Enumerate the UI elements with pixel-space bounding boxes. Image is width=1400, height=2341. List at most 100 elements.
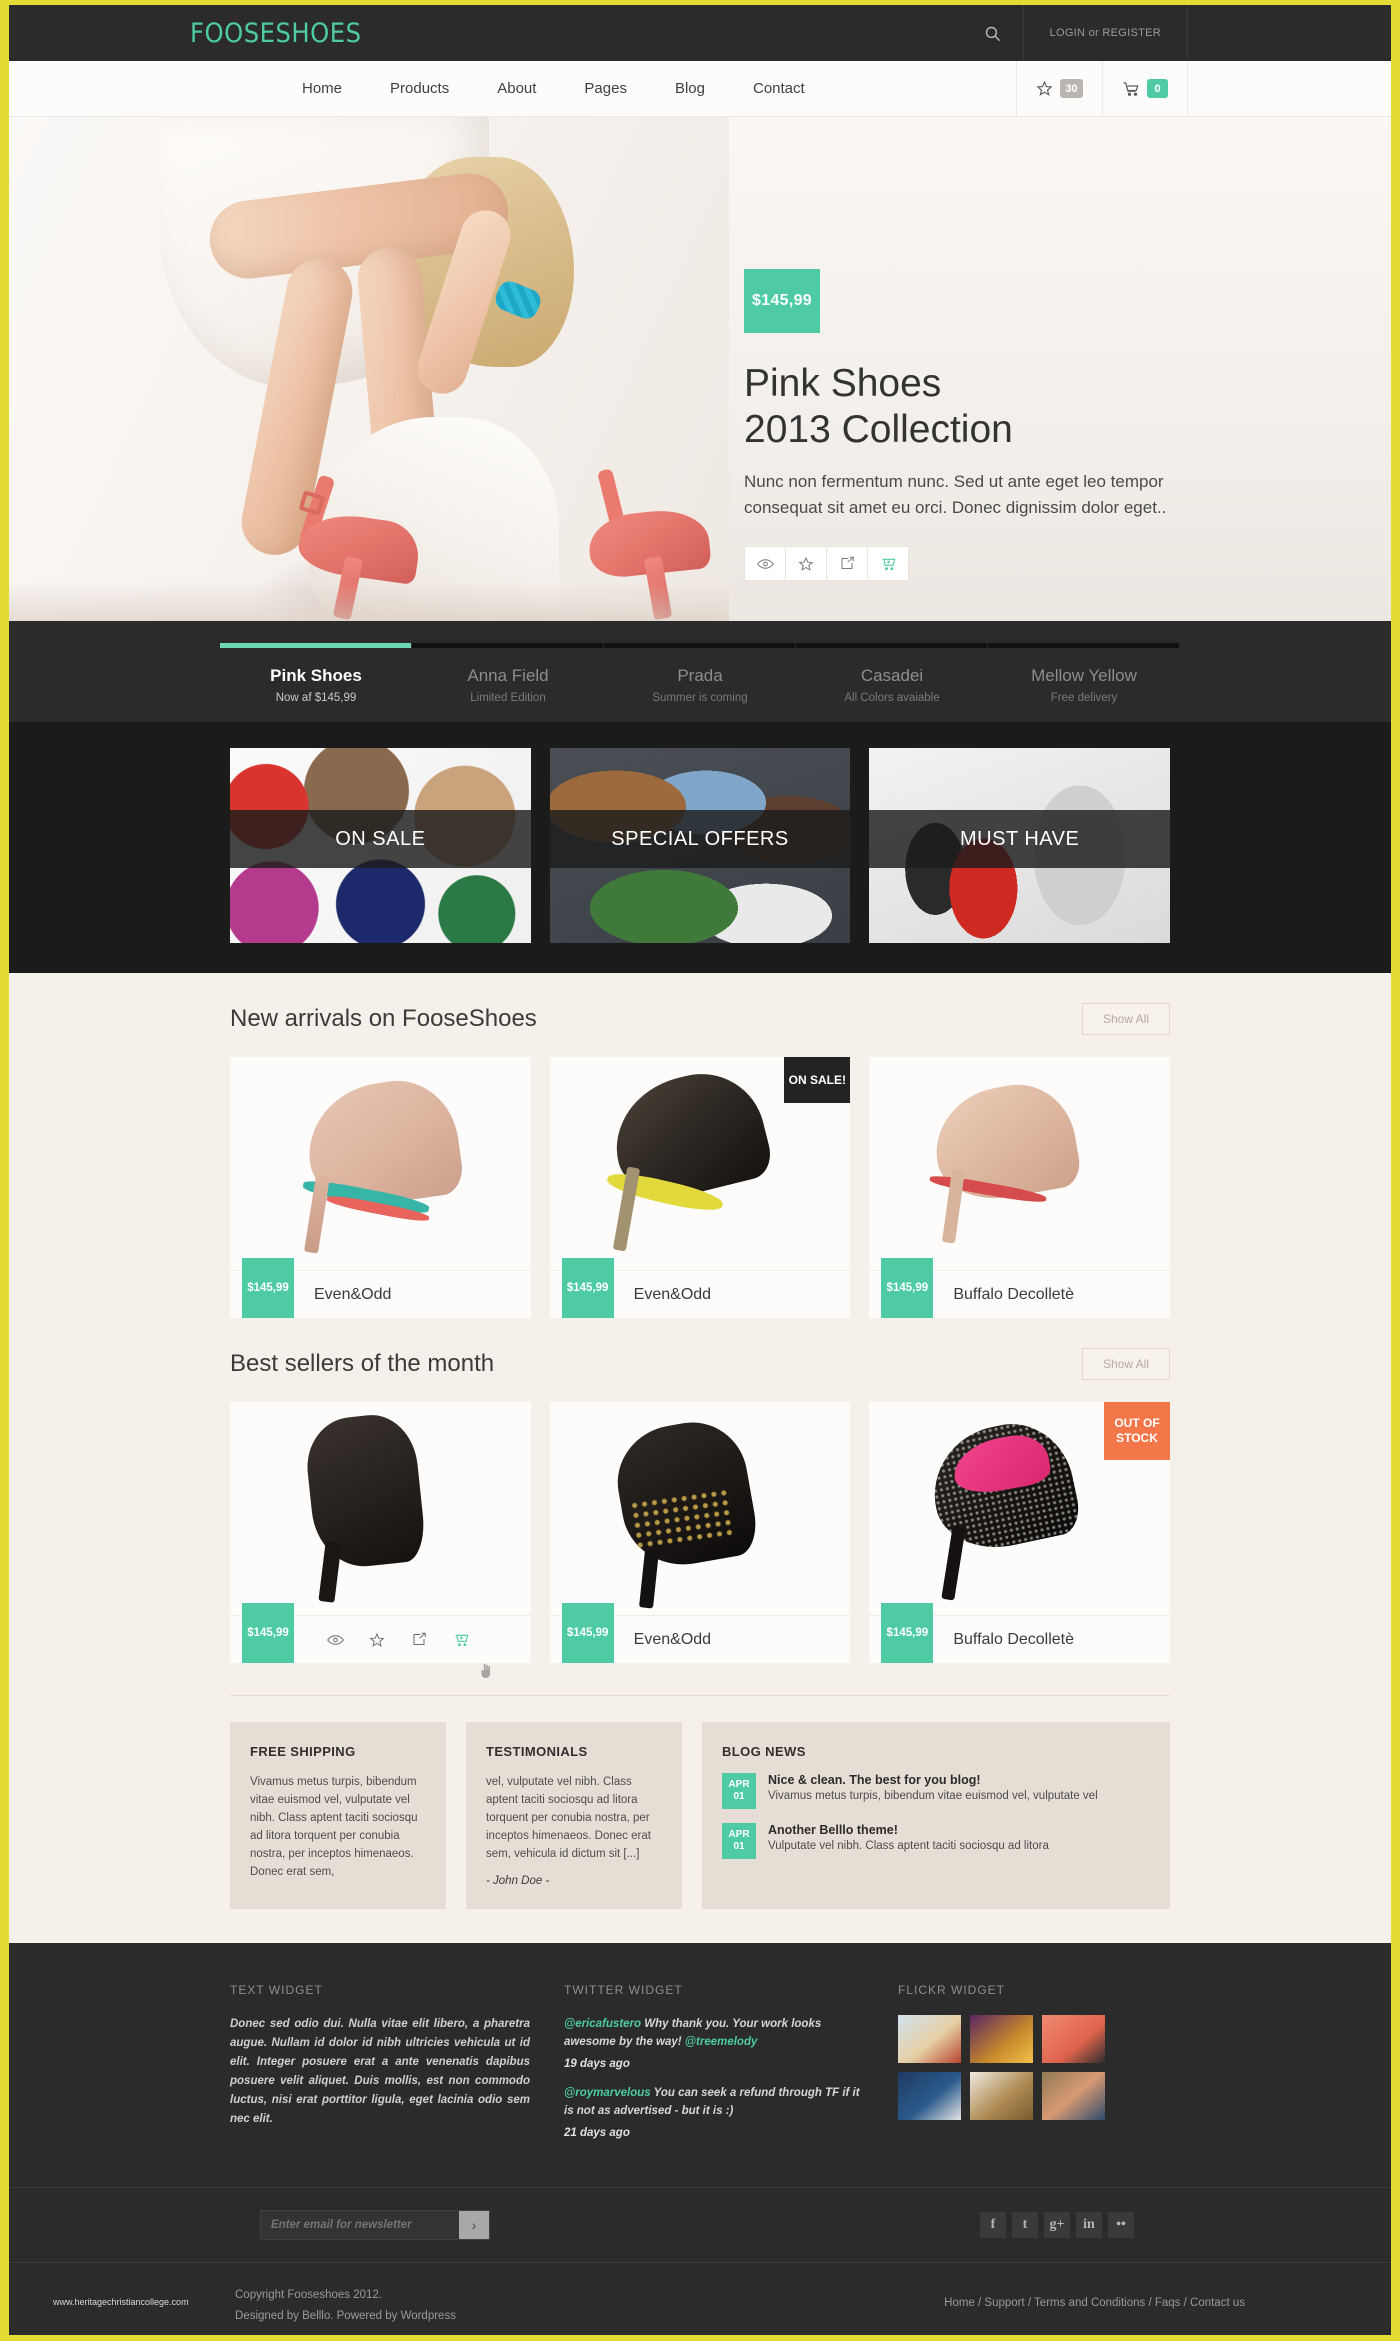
share-icon[interactable] bbox=[398, 1616, 440, 1663]
slider-tab-sub: Limited Edition bbox=[470, 692, 546, 704]
share-icon[interactable] bbox=[826, 546, 868, 581]
best-sellers-show-all-button[interactable]: Show All bbox=[1081, 1348, 1170, 1380]
tweet-time: 21 days ago bbox=[564, 2127, 630, 2139]
tweet-handle[interactable]: @roymarvelous bbox=[564, 2087, 651, 2099]
hero-slider: $145,99 Pink Shoes 2013 Collection Nunc … bbox=[9, 117, 1391, 621]
flickr-icon[interactable]: •• bbox=[1108, 2212, 1134, 2238]
slider-tab-casadei[interactable]: Casadei All Colors avaiable bbox=[796, 666, 988, 704]
blog-headline[interactable]: Nice & clean. The best for you blog! bbox=[768, 1773, 1098, 1787]
progress-seg-1[interactable] bbox=[220, 643, 412, 648]
product-card[interactable]: $145,99 Buffalo Decolletè bbox=[869, 1057, 1171, 1318]
widget-title: TWITTER WIDGET bbox=[564, 1983, 683, 1997]
product-image[interactable] bbox=[869, 1057, 1171, 1270]
out-of-stock-badge: OUT OF STOCK bbox=[1104, 1402, 1171, 1460]
blog-day: 01 bbox=[733, 1841, 745, 1852]
site-logo[interactable]: FOOSESHOES bbox=[190, 18, 362, 49]
newsletter-form: › bbox=[260, 2210, 490, 2240]
progress-seg-4[interactable] bbox=[796, 643, 988, 648]
wishlist-star-icon[interactable] bbox=[356, 1616, 398, 1663]
progress-seg-5[interactable] bbox=[988, 643, 1180, 648]
nav-item-products[interactable]: Products bbox=[366, 61, 473, 117]
progress-seg-3[interactable] bbox=[604, 643, 796, 648]
product-card[interactable]: ON SALE! $145,99 Even&Odd bbox=[549, 1057, 851, 1318]
slider-tab-anna-field[interactable]: Anna Field Limited Edition bbox=[412, 666, 604, 704]
banner-label: MUST HAVE bbox=[869, 810, 1171, 868]
banner-special-offers[interactable]: SPECIAL OFFERS bbox=[549, 748, 851, 943]
blog-month: APR bbox=[728, 1779, 750, 1790]
googleplus-icon[interactable]: g+ bbox=[1044, 2212, 1070, 2238]
blog-news-item[interactable]: APR 01 Nice & clean. The best for you bl… bbox=[722, 1773, 1150, 1809]
slider-tab-name: Anna Field bbox=[467, 666, 549, 685]
mouse-cursor-icon bbox=[481, 1663, 490, 1678]
tweet-mention[interactable]: @treemelody bbox=[685, 2036, 758, 2048]
progress-seg-2[interactable] bbox=[412, 643, 604, 648]
blog-headline[interactable]: Another Belllo theme! bbox=[768, 1823, 1049, 1837]
hero-content: $145,99 Pink Shoes 2013 Collection Nunc … bbox=[744, 269, 1214, 581]
footer-links-text[interactable]: Home / Support / Terms and Conditions / … bbox=[944, 2297, 1245, 2309]
product-price: $145,99 bbox=[242, 1603, 294, 1663]
tweet-handle[interactable]: @ericafustero bbox=[564, 2018, 641, 2030]
facebook-icon[interactable]: f bbox=[980, 2212, 1006, 2238]
flickr-thumbnail[interactable] bbox=[970, 2015, 1033, 2063]
product-price: $145,99 bbox=[561, 1258, 614, 1318]
blog-month: APR bbox=[728, 1829, 750, 1840]
nav-item-blog[interactable]: Blog bbox=[651, 61, 729, 117]
product-name: Buffalo Decolletè bbox=[953, 1285, 1075, 1303]
slider-tab-name: Pink Shoes bbox=[270, 666, 362, 685]
widget-text: Vivamus metus turpis, bibendum vitae eui… bbox=[250, 1776, 418, 1878]
linkedin-icon[interactable]: in bbox=[1076, 2212, 1102, 2238]
blog-news-item[interactable]: APR 01 Another Belllo theme! Vulputate v… bbox=[722, 1823, 1150, 1859]
cart-button[interactable]: 0 bbox=[1102, 61, 1188, 116]
wishlist-button[interactable]: 30 bbox=[1016, 61, 1102, 116]
slider-tab-sub: Free delivery bbox=[1050, 692, 1118, 704]
free-shipping-widget: FREE SHIPPING Vivamus metus turpis, bibe… bbox=[230, 1722, 446, 1909]
product-image[interactable] bbox=[230, 1402, 531, 1615]
product-card[interactable]: $145,99 Even&Odd bbox=[549, 1402, 851, 1663]
slider-tab-bar: Pink Shoes Now af $145,99 Anna Field Lim… bbox=[9, 621, 1391, 722]
flickr-thumbnail[interactable] bbox=[970, 2072, 1033, 2120]
nav-item-pages[interactable]: Pages bbox=[560, 61, 651, 117]
product-card-hovered[interactable]: $145,99 bbox=[230, 1402, 531, 1678]
flickr-thumbnail[interactable] bbox=[1042, 2015, 1105, 2063]
social-links: f t g+ in •• bbox=[980, 2212, 1134, 2238]
flickr-thumbnail[interactable] bbox=[1042, 2072, 1105, 2120]
product-image[interactable] bbox=[230, 1057, 531, 1270]
flickr-thumbnail[interactable] bbox=[898, 2015, 961, 2063]
quickview-eye-icon[interactable] bbox=[314, 1616, 356, 1663]
banner-label: SPECIAL OFFERS bbox=[549, 810, 851, 868]
copyright-line-2: Designed by Belllo. Powered by Wordpress bbox=[235, 2310, 456, 2322]
blog-news-widget: BLOG NEWS APR 01 Nice & clean. The best … bbox=[702, 1722, 1170, 1909]
new-arrivals-show-all-button[interactable]: Show All bbox=[1081, 1003, 1170, 1035]
banner-must-have[interactable]: MUST HAVE bbox=[869, 748, 1171, 943]
nav-item-home[interactable]: Home bbox=[278, 61, 366, 117]
nav-item-about[interactable]: About bbox=[473, 61, 560, 117]
product-card[interactable]: OUT OF STOCK $145,99 Buffalo Decolletè bbox=[869, 1402, 1171, 1663]
search-icon[interactable] bbox=[963, 5, 1023, 61]
copyright-line-1: Copyright Fooseshoes 2012. bbox=[235, 2289, 383, 2301]
testimonial-author: - John Doe - bbox=[486, 1875, 550, 1887]
wishlist-star-icon[interactable] bbox=[785, 546, 827, 581]
page-root: FOOSESHOES LOGIN or REGISTER Home Produc… bbox=[0, 0, 1400, 2341]
add-to-cart-icon[interactable] bbox=[440, 1616, 482, 1663]
slider-tab-pink-shoes[interactable]: Pink Shoes Now af $145,99 bbox=[220, 666, 412, 704]
banner-on-sale[interactable]: ON SALE bbox=[230, 748, 531, 943]
slider-tab-mellow-yellow[interactable]: Mellow Yellow Free delivery bbox=[988, 666, 1180, 704]
footer-links: Home / Support / Terms and Conditions / … bbox=[944, 2285, 1245, 2309]
product-image[interactable] bbox=[549, 1402, 851, 1615]
flickr-thumbnail[interactable] bbox=[898, 2072, 961, 2120]
blog-date-badge: APR 01 bbox=[722, 1773, 756, 1809]
nav-item-contact[interactable]: Contact bbox=[729, 61, 829, 117]
copyright-block: Copyright Fooseshoes 2012. Designed by B… bbox=[235, 2285, 456, 2327]
quickview-eye-icon[interactable] bbox=[744, 546, 786, 581]
login-register-link[interactable]: LOGIN or REGISTER bbox=[1022, 5, 1188, 61]
add-to-cart-icon[interactable] bbox=[867, 546, 909, 581]
slider-tab-prada[interactable]: Prada Summer is coming bbox=[604, 666, 796, 704]
twitter-icon[interactable]: t bbox=[1012, 2212, 1038, 2238]
newsletter-email-input[interactable] bbox=[261, 2211, 459, 2239]
newsletter-submit-button[interactable]: › bbox=[459, 2211, 489, 2239]
tweet-time: 19 days ago bbox=[564, 2058, 630, 2070]
main-nav: Home Products About Pages Blog Contact 3… bbox=[9, 61, 1391, 117]
testimonials-widget: TESTIMONIALS vel, vulputate vel nibh. Cl… bbox=[466, 1722, 682, 1909]
product-card[interactable]: $145,99 Even&Odd bbox=[230, 1057, 531, 1318]
slider-tab-sub: Now af $145,99 bbox=[275, 692, 357, 704]
